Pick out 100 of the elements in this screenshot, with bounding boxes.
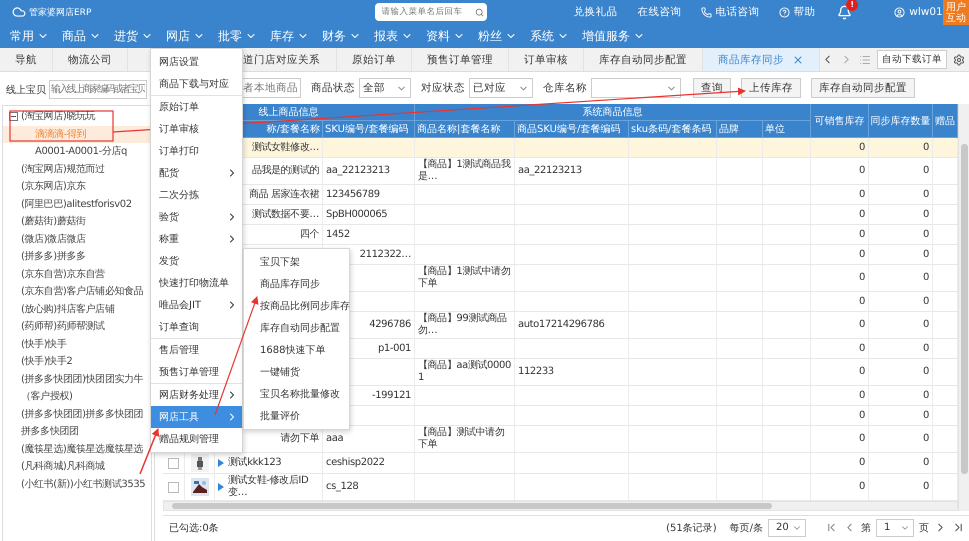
submenu-item[interactable]: 商品库存同步: [244, 273, 349, 295]
tab[interactable]: 导航: [0, 48, 53, 71]
expand-triangle-icon[interactable]: [218, 459, 224, 467]
page-select[interactable]: 1: [876, 518, 914, 536]
menu-item[interactable]: 网店设置: [151, 51, 242, 73]
nav-menu-item[interactable]: 批零: [212, 28, 264, 44]
nav-menu-item[interactable]: 系统: [524, 28, 576, 44]
menu-item[interactable]: 售后管理: [151, 339, 242, 361]
menu-item[interactable]: 预售订单管理: [151, 361, 242, 383]
auto-download-button[interactable]: 自动下载订单: [877, 50, 947, 69]
tree-item[interactable]: (快手)快手: [3, 336, 151, 353]
tree-item[interactable]: (放心购)抖店客户店铺: [3, 300, 151, 318]
tree-item[interactable]: A0001-A0001-分店q: [3, 143, 151, 160]
menu-item[interactable]: 称重: [151, 228, 242, 250]
menu-item[interactable]: 唯品会JIT: [151, 294, 242, 316]
select-field[interactable]: 全部: [359, 78, 411, 98]
nav-menu-item[interactable]: 常用: [4, 28, 56, 44]
column-header: 商品SKU编号/套餐编码: [515, 121, 629, 138]
menu-item[interactable]: 验货: [151, 206, 242, 228]
menu-item[interactable]: 赠品规则管理: [151, 428, 242, 450]
page-size-select[interactable]: 20: [768, 518, 806, 536]
row-checkbox[interactable]: [168, 458, 179, 468]
nav-menu-item[interactable]: 商品: [56, 28, 108, 44]
tree-item[interactable]: (凡科商城)凡科商城: [3, 458, 151, 476]
tab[interactable]: 订单审核: [509, 48, 584, 71]
nav-menu-item[interactable]: 报表: [368, 28, 420, 44]
submenu-item[interactable]: 宝贝名称批量修改: [244, 383, 349, 405]
nav-menu-item[interactable]: 增值服务: [576, 28, 652, 44]
tree-item[interactable]: (阿里巴巴)alitestforisv02: [3, 196, 151, 213]
nav-menu-item[interactable]: 网店: [160, 28, 212, 44]
tree-item[interactable]: (拼多多快团团)快团团实力牛（客户授权): [3, 370, 151, 406]
tree-item[interactable]: (蘑菇街)蘑菇街: [3, 213, 151, 230]
tab[interactable]: 原始订单: [337, 48, 412, 71]
tree-item[interactable]: (京东自营)客户店铺必知食品: [3, 283, 151, 300]
tab[interactable]: 物流公司: [53, 48, 128, 71]
submenu-item[interactable]: 按商品比例同步库存: [244, 295, 349, 317]
close-icon[interactable]: [792, 54, 804, 66]
header-link[interactable]: 兑换礼品: [573, 5, 618, 19]
search-icon[interactable]: [475, 6, 484, 18]
field-label: 仓库名称: [543, 81, 587, 95]
group-header: 系统商品信息: [415, 104, 811, 121]
last-page-icon[interactable]: [952, 521, 965, 534]
select-field[interactable]: [591, 78, 681, 98]
menu-search-field[interactable]: 请输入菜单名后回车: [375, 3, 488, 21]
expand-triangle-icon[interactable]: [218, 483, 224, 491]
menu-item[interactable]: 商品下载与对应: [151, 73, 242, 95]
submenu-item[interactable]: 宝贝下架: [244, 251, 349, 273]
nav-menu-item[interactable]: 粉丝: [472, 28, 524, 44]
vertical-scrollbar[interactable]: [958, 104, 969, 511]
user-name[interactable]: wlw01: [909, 6, 943, 18]
tree-item[interactable]: (微店)微店微店: [3, 230, 151, 248]
menu-item[interactable]: 订单打印: [151, 140, 242, 162]
tree-item[interactable]: (魔筷星选)魔筷星选魔筷星选: [3, 440, 151, 458]
tree-item[interactable]: (淘宝网店)规范而过: [3, 160, 151, 178]
table-cell: 【商品】1测试中请勿下单: [415, 265, 515, 291]
tree-item[interactable]: (拼多多)拼多多: [3, 248, 151, 266]
submenu-item[interactable]: 库存自动同步配置: [244, 317, 349, 339]
page-label: 页: [919, 522, 929, 534]
column-header: 商品名称|套餐名称: [415, 121, 515, 138]
menu-item[interactable]: 网店财务处理: [151, 384, 242, 406]
menu-item[interactable]: 配货: [151, 162, 242, 184]
tree-item[interactable]: (京东网店)京东: [3, 178, 151, 196]
tree-item[interactable]: (京东自营)京东自营: [3, 266, 151, 283]
nav-menu-item[interactable]: 进货: [108, 28, 160, 44]
menu-item[interactable]: 快速打印物流单: [151, 272, 242, 294]
field-label: 对应状态: [421, 81, 465, 95]
shop-search-field[interactable]: 输入线上商家编码或者宝贝: [49, 80, 147, 99]
toolbar-button[interactable]: 查询: [693, 78, 731, 98]
tree-item[interactable]: (快手)快手2: [3, 353, 151, 370]
header-link[interactable]: 帮助: [779, 5, 816, 19]
menu-item[interactable]: 原始订单: [151, 96, 242, 118]
menu-item[interactable]: 订单查询: [151, 316, 242, 338]
collapse-icon[interactable]: [9, 112, 18, 122]
menu-item[interactable]: 发货: [151, 250, 242, 272]
table-cell: 0: [811, 138, 869, 157]
horizontal-scrollbar[interactable]: [163, 501, 958, 511]
table-cell: 【商品】测试中请勿下单: [415, 426, 515, 452]
table-cell: 测试kkk123: [228, 457, 282, 469]
tab[interactable]: 预售订单管理: [412, 48, 509, 71]
header-link[interactable]: 电话咨询: [701, 5, 760, 19]
nav-menu-item[interactable]: 资料: [420, 28, 472, 44]
tree-item[interactable]: (小红书(新))小红书测试3535: [3, 476, 151, 493]
row-checkbox[interactable]: [168, 482, 179, 492]
toolbar-button[interactable]: 上传库存: [741, 78, 801, 98]
toolbar-button[interactable]: 库存自动同步配置: [811, 78, 915, 98]
select-field[interactable]: 已对应: [469, 78, 533, 98]
submenu-item[interactable]: 1688快速下单: [244, 339, 349, 361]
tree-item[interactable]: (拼多多快团团)拼多多快团团拼多多快团团: [3, 406, 151, 440]
submenu-item[interactable]: 批量评价: [244, 405, 349, 427]
menu-item[interactable]: 订单审核: [151, 118, 242, 140]
settings-icon[interactable]: [953, 54, 965, 66]
nav-menu-item[interactable]: 库存: [264, 28, 316, 44]
nav-menu-item[interactable]: 财务: [316, 28, 368, 44]
submenu-item[interactable]: 一键铺货: [244, 361, 349, 383]
menu-item[interactable]: 二次分拣: [151, 184, 242, 206]
page-label: 第: [861, 522, 871, 534]
product-search-field[interactable]: 者本地商品: [243, 78, 301, 98]
tree-item[interactable]: (药师帮)药师帮测试: [3, 318, 151, 336]
bell-icon[interactable]: [837, 4, 852, 20]
header-link[interactable]: 在线咨询: [637, 5, 682, 19]
